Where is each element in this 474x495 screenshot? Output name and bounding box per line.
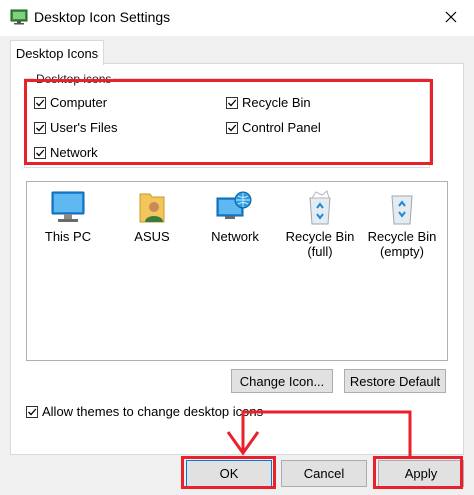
tab-desktop-icons[interactable]: Desktop Icons [10, 40, 104, 65]
checkbox-computer[interactable]: Computer [34, 95, 107, 110]
window-title: Desktop Icon Settings [34, 9, 171, 25]
checkbox-checked-icon [226, 96, 238, 109]
apply-button[interactable]: Apply [378, 460, 464, 487]
checkbox-checked-icon [26, 405, 38, 418]
checkbox-label: Network [50, 145, 98, 160]
icon-item-asus[interactable]: ASUS [112, 190, 192, 244]
checkbox-network[interactable]: Network [34, 145, 98, 160]
recycle-bin-empty-icon [391, 195, 413, 225]
computer-icon [51, 191, 85, 222]
icon-label: ASUS [134, 229, 170, 244]
icon-item-network[interactable]: Network [195, 190, 275, 244]
checkbox-label: Allow themes to change desktop icons [42, 404, 264, 419]
icon-item-recycle-bin-empty[interactable]: Recycle Bin (empty) [362, 190, 442, 259]
group-legend: Desktop icons [34, 72, 114, 86]
checkbox-label: Control Panel [242, 120, 321, 135]
checkbox-label: Computer [50, 95, 108, 110]
user-folder-icon [139, 193, 165, 223]
icon-label: Recycle Bin (empty) [367, 229, 437, 259]
network-icon [216, 191, 252, 219]
ok-button[interactable]: OK [186, 460, 272, 487]
desktop-settings-icon [10, 9, 28, 25]
checkbox-allow-themes[interactable]: Allow themes to change desktop icons [26, 404, 263, 419]
checkbox-recycle-bin[interactable]: Recycle Bin [226, 95, 311, 110]
checkbox-label: User's Files [50, 120, 118, 135]
icon-item-this-pc[interactable]: This PC [28, 190, 108, 244]
recycle-bin-full-icon [309, 190, 331, 225]
icon-item-recycle-bin-full[interactable]: Recycle Bin (full) [280, 190, 360, 259]
icon-label: Network [211, 229, 259, 244]
checkbox-users-files[interactable]: User's Files [34, 120, 118, 135]
icon-label: This PC [44, 229, 92, 244]
cancel-button[interactable]: Cancel [281, 460, 367, 487]
checkbox-label: Recycle Bin [242, 95, 311, 110]
change-icon-button[interactable]: Change Icon... [231, 369, 333, 393]
checkbox-control-panel[interactable]: Control Panel [226, 120, 321, 135]
close-icon[interactable] [436, 3, 466, 31]
checkbox-checked-icon [226, 121, 238, 134]
checkbox-checked-icon [34, 146, 46, 159]
checkbox-checked-icon [34, 96, 46, 109]
icon-label: Recycle Bin (full) [285, 229, 355, 259]
restore-default-button[interactable]: Restore Default [344, 369, 446, 393]
checkbox-checked-icon [34, 121, 46, 134]
